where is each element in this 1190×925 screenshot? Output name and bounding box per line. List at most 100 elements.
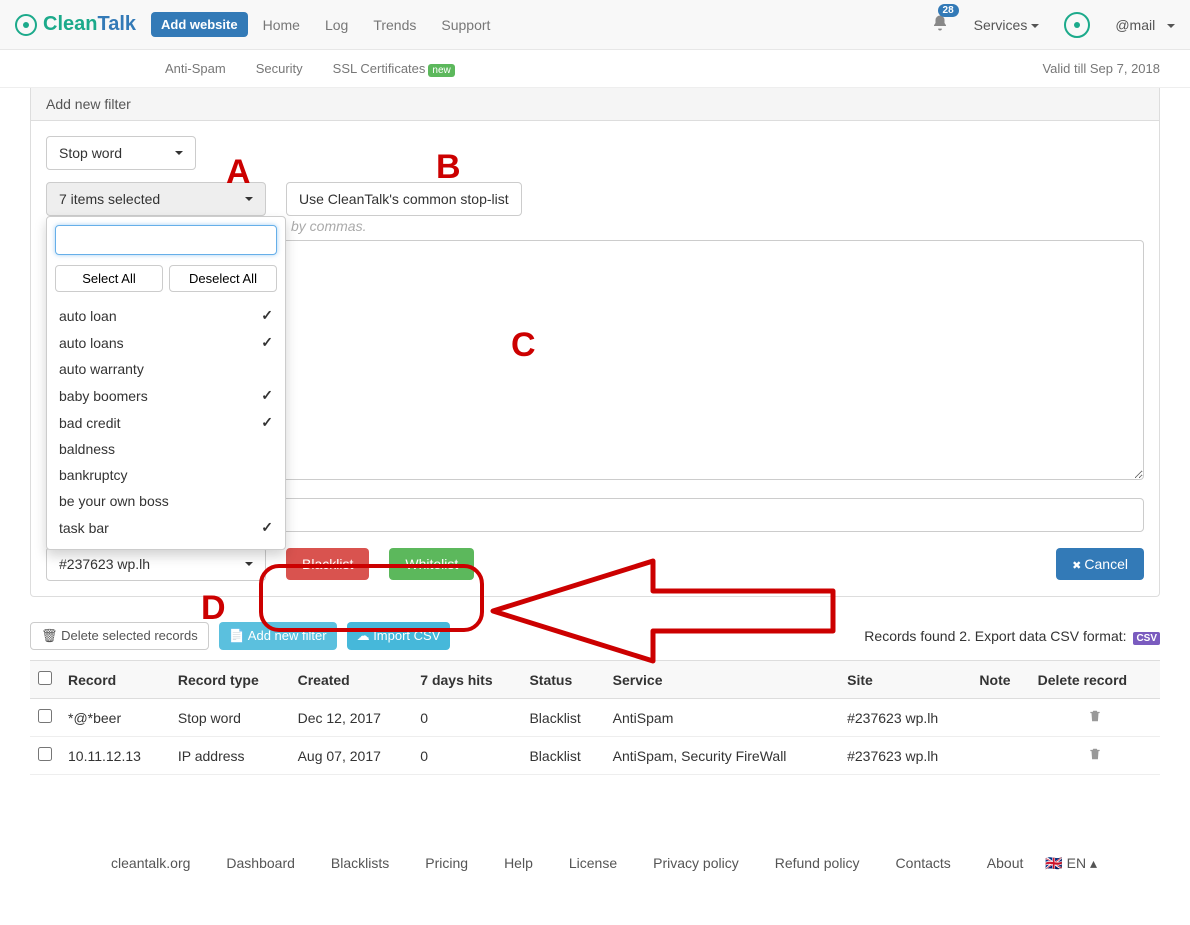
logo[interactable]: CleanTalk	[15, 13, 136, 36]
language-selector[interactable]: 🇬🇧 EN ▴	[1045, 855, 1097, 871]
row-checkbox[interactable]	[38, 709, 52, 723]
notifications-button[interactable]: 28	[931, 14, 949, 35]
notification-count: 28	[938, 4, 959, 17]
multiselect-option[interactable]: task bar ✓	[55, 514, 277, 541]
add-filter-panel: Add new filter Stop word 7 items selecte…	[30, 88, 1160, 597]
multiselect-option[interactable]: baldness	[55, 436, 277, 462]
multiselect-option[interactable]: auto warranty	[55, 356, 277, 382]
footer-link[interactable]: cleantalk.org	[111, 855, 190, 871]
multiselect-list[interactable]: auto loan✓auto loans✓auto warrantybaby b…	[55, 302, 277, 541]
cell-type: IP address	[170, 737, 290, 775]
col-service[interactable]: Service	[605, 661, 839, 699]
services-dropdown[interactable]: Services	[974, 17, 1040, 33]
cell-hits: 0	[412, 699, 521, 737]
subnav: Anti-Spam Security SSL Certificatesnew V…	[0, 50, 1190, 88]
csv-export-badge[interactable]: CSV	[1133, 632, 1160, 645]
cancel-button[interactable]: Cancel	[1056, 548, 1144, 580]
blacklist-button[interactable]: Blacklist	[286, 548, 369, 580]
chevron-down-icon	[245, 197, 253, 201]
multiselect-option-label: auto loans	[59, 335, 124, 351]
cell-service: AntiSpam	[605, 699, 839, 737]
nav-support[interactable]: Support	[441, 17, 490, 33]
footer-link[interactable]: Help	[504, 855, 533, 871]
footer-link[interactable]: Refund policy	[775, 855, 860, 871]
delete-selected-button[interactable]: 🗑 Delete selected records	[30, 622, 209, 650]
col-created[interactable]: Created	[290, 661, 413, 699]
deselect-all-button[interactable]: Deselect All	[169, 265, 277, 292]
filter-type-value: Stop word	[59, 145, 122, 161]
col-record[interactable]: Record	[60, 661, 170, 699]
delete-row-button[interactable]	[1088, 710, 1102, 726]
multiselect-option-label: auto loan	[59, 308, 117, 324]
multiselect-option[interactable]: baby boomers✓	[55, 382, 277, 409]
filter-type-select[interactable]: Stop word	[46, 136, 196, 170]
multiselect-option[interactable]: be your own boss	[55, 488, 277, 514]
cell-status[interactable]: Blacklist	[521, 737, 604, 775]
footer-link[interactable]: Pricing	[425, 855, 468, 871]
nav-log[interactable]: Log	[325, 17, 348, 33]
delete-row-button[interactable]	[1088, 748, 1102, 764]
select-all-checkbox[interactable]	[38, 671, 52, 685]
cell-type: Stop word	[170, 699, 290, 737]
cell-created: Dec 12, 2017	[290, 699, 413, 737]
multiselect-option-label: baldness	[59, 441, 115, 457]
footer-link[interactable]: Privacy policy	[653, 855, 739, 871]
col-type[interactable]: Record type	[170, 661, 290, 699]
add-new-filter-button[interactable]: 📄 Add new filter	[219, 622, 337, 650]
nav-home[interactable]: Home	[263, 17, 300, 33]
whitelist-button[interactable]: Whitelist	[389, 548, 474, 580]
col-hits[interactable]: 7 days hits	[412, 661, 521, 699]
logo-text-clean: Clean	[43, 13, 97, 35]
main-nav: Home Log Trends Support	[263, 17, 491, 33]
multiselect-option-label: baby boomers	[59, 388, 148, 404]
multiselect-option-label: be your own boss	[59, 493, 169, 509]
cell-record: *@*beer	[60, 699, 170, 737]
multiselect-option[interactable]: bankruptcy	[55, 462, 277, 488]
row-checkbox[interactable]	[38, 747, 52, 761]
avatar-icon[interactable]	[1064, 12, 1090, 38]
footer-link[interactable]: About	[987, 855, 1024, 871]
cell-service: AntiSpam, Security FireWall	[605, 737, 839, 775]
textarea-hint: by commas.	[291, 218, 1144, 234]
multiselect-option[interactable]: auto loan ✓	[55, 302, 277, 329]
account-dropdown[interactable]: @mail	[1115, 17, 1175, 33]
footer: cleantalk.org Dashboard Blacklists Pricing H…	[0, 835, 1190, 892]
records-table: Record Record type Created 7 days hits S…	[30, 660, 1160, 775]
col-site[interactable]: Site	[839, 661, 971, 699]
footer-link[interactable]: Contacts	[896, 855, 951, 871]
multiselect-search-input[interactable]	[55, 225, 277, 255]
multiselect-label: 7 items selected	[59, 191, 160, 207]
footer-link[interactable]: Dashboard	[226, 855, 295, 871]
use-common-stoplist-button[interactable]: Use CleanTalk's common stop-list	[286, 182, 522, 216]
col-delete[interactable]: Delete record	[1030, 661, 1160, 699]
cell-status[interactable]: Blacklist	[521, 699, 604, 737]
table-row: *@*beerStop wordDec 12, 20170BlacklistAn…	[30, 699, 1160, 737]
cell-note	[971, 699, 1029, 737]
nav-trends[interactable]: Trends	[373, 17, 416, 33]
import-csv-button[interactable]: ☁ Import CSV	[347, 622, 451, 650]
subnav-ssl[interactable]: SSL Certificatesnew	[333, 61, 455, 76]
col-note[interactable]: Note	[971, 661, 1029, 699]
chevron-down-icon	[245, 562, 253, 566]
add-website-button[interactable]: Add website	[151, 12, 248, 37]
check-icon: ✓	[261, 519, 273, 536]
multiselect-option[interactable]: auto loans✓	[55, 329, 277, 356]
table-header-row: Record Record type Created 7 days hits S…	[30, 661, 1160, 699]
footer-link[interactable]: License	[569, 855, 617, 871]
col-status[interactable]: Status	[521, 661, 604, 699]
check-icon: ✓	[261, 307, 273, 324]
multiselect-option-label: bad credit	[59, 415, 120, 431]
subnav-antispam[interactable]: Anti-Spam	[165, 61, 226, 76]
subnav-security[interactable]: Security	[256, 61, 303, 76]
multiselect-option-label: task bar	[59, 520, 109, 536]
records-section: 🗑 Delete selected records 📄 Add new filt…	[30, 622, 1160, 775]
multiselect-button[interactable]: 7 items selected	[46, 182, 266, 216]
multiselect-option[interactable]: bad credit✓	[55, 409, 277, 436]
select-all-button[interactable]: Select All	[55, 265, 163, 292]
site-select[interactable]: #237623 wp.lh	[46, 547, 266, 581]
valid-till: Valid till Sep 7, 2018	[1042, 61, 1160, 76]
trash-icon	[1088, 709, 1102, 723]
footer-link[interactable]: Blacklists	[331, 855, 389, 871]
site-select-value: #237623 wp.lh	[59, 556, 150, 572]
logo-text-talk: Talk	[97, 13, 136, 35]
